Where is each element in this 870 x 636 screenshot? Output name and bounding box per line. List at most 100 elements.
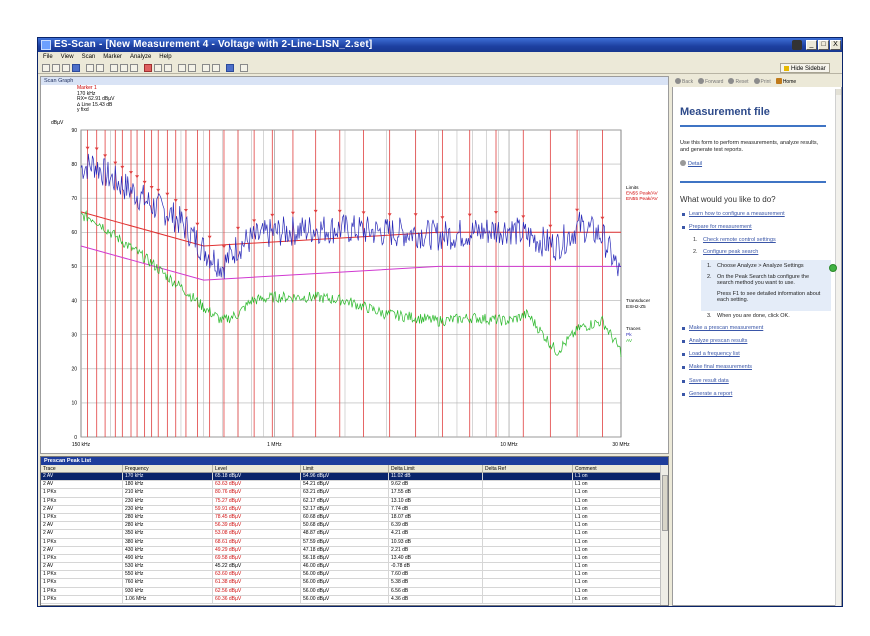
table-row[interactable]: 1 PKx 930 kHz 62.56 dBµV 56.00 dBµV 6.56 dB L… bbox=[41, 587, 661, 596]
settings-icon[interactable] bbox=[240, 64, 248, 72]
column-header[interactable]: Delta Ref bbox=[483, 465, 573, 473]
sidebar-reset-button[interactable]: Reset bbox=[728, 77, 749, 85]
play-icon[interactable] bbox=[110, 64, 118, 72]
table-cell: L1 on bbox=[573, 513, 661, 522]
table-cell: 760 kHz bbox=[123, 579, 213, 587]
table-row[interactable]: 2 AV 230 kHz 59.91 dBµV 52.17 dBµV 7.74 dB L1… bbox=[41, 505, 661, 514]
sidebar-intro: Use this form to perform measurements, a… bbox=[680, 140, 819, 153]
table-cell bbox=[483, 538, 573, 546]
sidebar-forward-button[interactable]: Forward bbox=[698, 77, 724, 85]
table-cell: 210 kHz bbox=[123, 489, 213, 497]
menu-file[interactable]: File bbox=[43, 54, 53, 60]
table-row[interactable]: 2 AV 430 kHz 49.29 dBµV 47.18 dBµV 2.21 dB L1… bbox=[41, 546, 661, 555]
maximize-button[interactable]: □ bbox=[818, 40, 829, 50]
marker-next-icon[interactable] bbox=[154, 64, 162, 72]
table-row[interactable]: 2 AV 280 kHz 56.39 dBµV 50.68 dBµV 6.39 dB L1… bbox=[41, 522, 661, 531]
table-row[interactable]: 1 PKx 550 kHz 63.60 dBµV 56.00 dBµV 7.60 dB L… bbox=[41, 571, 661, 580]
detail-icon bbox=[680, 160, 686, 166]
table-row[interactable]: 1 PKx 280 kHz 78.45 dBµV 60.68 dBµV 18.07 dB… bbox=[41, 513, 661, 523]
menu-view[interactable]: View bbox=[61, 54, 74, 60]
table-cell: 280 kHz bbox=[123, 522, 213, 530]
table-cell: 230 kHz bbox=[123, 505, 213, 513]
app-icon bbox=[41, 40, 51, 50]
analyze-icon[interactable] bbox=[178, 64, 186, 72]
stop-icon[interactable] bbox=[130, 64, 138, 72]
table-cell: 1 PKx bbox=[41, 595, 123, 603]
title-bar: ES-Scan - [New Measurement 4 - Voltage w… bbox=[38, 38, 842, 52]
legend-trace-av: AV bbox=[626, 338, 633, 344]
new-measurement-icon[interactable] bbox=[52, 64, 60, 72]
task-save-result[interactable]: Save result data bbox=[681, 377, 831, 390]
task-prescan[interactable]: Make a prescan measurement bbox=[681, 324, 831, 337]
task-generate-report[interactable]: Generate a report bbox=[681, 390, 831, 403]
table-cell: L1 on bbox=[573, 522, 661, 530]
legend-transducer-name: ESH2-Z5 bbox=[626, 304, 646, 310]
table-cell bbox=[483, 546, 573, 554]
task-configure-peak[interactable]: 2. Configure peak search bbox=[681, 248, 831, 260]
table-row[interactable]: 2 AV 170 kHz 65.18 dBµV 54.96 dBµV 11.02 dB L… bbox=[41, 473, 661, 482]
close-button[interactable]: X bbox=[830, 40, 841, 50]
table-row[interactable]: 1 PKx 210 kHz 80.76 dBµV 63.21 dBµV 17.55 dB… bbox=[41, 489, 661, 498]
table-row[interactable]: 2 AV 180 kHz 63.63 dBµV 54.21 dBµV 9.62 dB L1… bbox=[41, 481, 661, 490]
table-row[interactable]: 1 PKx 380 kHz 68.61 dBµV 57.59 dBµV 10.93 dB… bbox=[41, 538, 661, 547]
task-prepare-measurement[interactable]: Prepare for measurement bbox=[681, 223, 831, 236]
scan-graph-chart[interactable]: 0 10 20 30 40 50 60 70 80 90 dBµV 150 kHz 1 MHz 10 MH… bbox=[41, 77, 670, 455]
open-folder-icon[interactable] bbox=[62, 64, 70, 72]
peak-list-scrollbar[interactable] bbox=[660, 465, 668, 605]
sidebar-detail-link[interactable]: Detail bbox=[680, 160, 702, 167]
sidebar-back-button[interactable]: Back bbox=[675, 77, 693, 85]
print-label: Print bbox=[760, 78, 771, 85]
task-learn-configure[interactable]: Learn how to configure a measurement bbox=[681, 210, 831, 223]
forward-label: Forward bbox=[705, 78, 724, 85]
table-cell: 65.18 dBµV bbox=[213, 473, 301, 481]
task-load-frequency-list[interactable]: Load a frequency list bbox=[681, 350, 831, 363]
scroll-up-icon[interactable] bbox=[836, 89, 841, 95]
task-analyze-prescan[interactable]: Analyze prescan results bbox=[681, 337, 831, 350]
main-toolbar bbox=[38, 62, 842, 74]
zoom-icon[interactable] bbox=[202, 64, 210, 72]
column-header[interactable]: Delta Limit bbox=[389, 465, 483, 473]
peak-search-icon[interactable] bbox=[188, 64, 196, 72]
peak-list-header: Trace Frequency Level Limit Delta Limit Delta… bbox=[41, 465, 661, 473]
scan-graph-caption: Scan Graph bbox=[41, 77, 668, 85]
sidebar-print-button[interactable]: Print bbox=[753, 77, 771, 85]
column-header[interactable]: Limit bbox=[301, 465, 389, 473]
marker-prev-icon[interactable] bbox=[164, 64, 172, 72]
sidebar-scrollbar[interactable] bbox=[835, 89, 841, 606]
table-cell: 180 kHz bbox=[123, 481, 213, 489]
column-header[interactable]: Comment bbox=[573, 465, 661, 473]
help-hat-icon[interactable] bbox=[792, 40, 802, 50]
save-icon[interactable] bbox=[72, 64, 80, 72]
marker-icon[interactable] bbox=[144, 64, 152, 72]
table-row[interactable]: 1 PKx 490 kHz 69.58 dBµV 56.18 dBµV 13.40 dB… bbox=[41, 554, 661, 564]
menu-scan[interactable]: Scan bbox=[82, 54, 96, 60]
sidebar-toolbar: Back Forward Reset Print Home bbox=[672, 75, 842, 87]
menu-analyze[interactable]: Analyze bbox=[130, 54, 151, 60]
sidebar-home-button[interactable]: Home bbox=[775, 77, 796, 85]
table-cell: 230 kHz bbox=[123, 497, 213, 505]
task-final-measurements[interactable]: Make final measurements bbox=[681, 363, 831, 376]
table-cell bbox=[483, 497, 573, 505]
column-header[interactable]: Frequency bbox=[123, 465, 213, 473]
table-row[interactable]: 1 PKx 760 kHz 61.38 dBµV 56.00 dBµV 5.38 dB L… bbox=[41, 579, 661, 588]
column-header[interactable]: Trace bbox=[41, 465, 123, 473]
table-row[interactable]: 1 PKx 230 kHz 75.27 dBµV 62.17 dBµV 13.10 dB… bbox=[41, 497, 661, 506]
column-header[interactable]: Level bbox=[213, 465, 301, 473]
table-row[interactable]: 1 PKx 1.06 MHz 60.36 dBµV 56.00 dBµV 4.36 dB… bbox=[41, 595, 661, 604]
step-icon[interactable] bbox=[120, 64, 128, 72]
print-preview-icon[interactable] bbox=[96, 64, 104, 72]
legend-limit-entry: EN55 Peak/AV bbox=[626, 196, 658, 202]
table-row[interactable]: 2 AV 350 kHz 53.08 dBµV 48.87 dBµV 4.21 dB L1… bbox=[41, 530, 661, 539]
task-check-remote[interactable]: 1. Check remote control settings bbox=[681, 236, 831, 248]
scroll-thumb[interactable] bbox=[662, 475, 668, 531]
menu-marker[interactable]: Marker bbox=[103, 54, 122, 60]
list-icon[interactable] bbox=[226, 64, 234, 72]
table-row[interactable]: 2 AV 530 kHz 45.22 dBµV 46.00 dBµV -0.78 dB L… bbox=[41, 563, 661, 572]
zoom-out-icon[interactable] bbox=[212, 64, 220, 72]
table-cell: 380 kHz bbox=[123, 538, 213, 546]
menu-help[interactable]: Help bbox=[159, 54, 171, 60]
minimize-button[interactable]: _ bbox=[806, 40, 817, 50]
new-file-icon[interactable] bbox=[42, 64, 50, 72]
hide-sidebar-button[interactable]: Hide Sidebar bbox=[780, 63, 830, 73]
print-icon[interactable] bbox=[86, 64, 94, 72]
